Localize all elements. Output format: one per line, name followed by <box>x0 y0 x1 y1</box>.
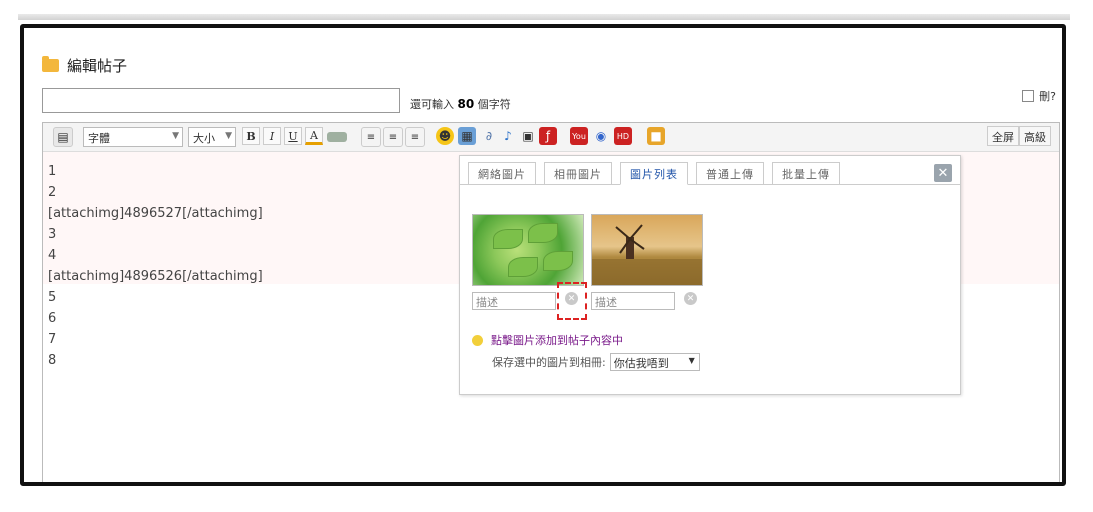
page-header: 編輯帖子 <box>42 54 127 76</box>
editor-content[interactable]: 1 2 [attachimg]4896527[/attachimg] 3 4 [… <box>48 161 263 371</box>
screenshot-frame: 編輯帖子 還可輸入 80 個字符 刪? ▤ 字體 ▼ 大小 ▼ B I U A ≡ … <box>20 24 1066 486</box>
editor-line: [attachimg]4896526[/attachimg] <box>48 269 263 284</box>
save-to-album-row: 保存選中的圖片到相冊: 你估我唔到 ▼ <box>492 353 700 371</box>
search-bubble-icon[interactable]: ◉ <box>592 127 610 145</box>
tip-text: 點擊圖片添加到帖子內容中 <box>491 334 623 347</box>
leaf-shape <box>543 251 573 271</box>
background-color-icon[interactable] <box>327 132 347 142</box>
editor-line: 7 <box>48 332 57 347</box>
music-icon[interactable]: ♪ <box>499 127 517 145</box>
size-select-label: 大小 <box>193 132 215 145</box>
char-hint-prefix: 還可輸入 <box>410 98 454 111</box>
leaf-shape <box>493 229 523 249</box>
editor-line: [attachimg]4896527[/attachimg] <box>48 206 263 221</box>
delete-option[interactable]: 刪? <box>1022 88 1056 104</box>
windmill-scene <box>592 224 702 285</box>
tab-image-list[interactable]: 圖片列表 <box>620 162 688 185</box>
image-description-input[interactable]: 描述 <box>591 292 675 310</box>
editor-line: 2 <box>48 185 57 200</box>
image-description-input[interactable]: 描述 <box>472 292 556 310</box>
align-right-icon[interactable]: ≡ <box>405 127 425 147</box>
leaf-shape <box>508 257 538 277</box>
album-select[interactable]: 你估我唔到 ▼ <box>609 353 700 371</box>
tab-normal-upload[interactable]: 普通上傳 <box>696 162 764 185</box>
youtube-icon[interactable]: You <box>570 127 588 145</box>
media-icon[interactable]: ■ <box>647 127 665 145</box>
editor-line: 4 <box>48 248 57 263</box>
underline-button[interactable]: U <box>284 127 302 145</box>
editor-line: 3 <box>48 227 57 242</box>
delete-label: 刪? <box>1039 90 1056 103</box>
advanced-button[interactable]: 高級 <box>1019 126 1051 146</box>
lightbulb-icon <box>472 334 483 346</box>
italic-button[interactable]: I <box>263 127 281 145</box>
chevron-down-icon: ▼ <box>172 131 179 141</box>
align-center-icon[interactable]: ≡ <box>383 127 403 147</box>
paste-icon[interactable]: ▤ <box>53 127 73 147</box>
delete-image-icon[interactable]: ✕ <box>684 292 697 305</box>
folder-icon <box>42 55 59 72</box>
editor-line: 6 <box>48 311 57 326</box>
editor-line: 8 <box>48 353 57 368</box>
delete-highlight-box <box>557 282 587 320</box>
editor-line: 1 <box>48 164 57 179</box>
image-thumbnail-leaves[interactable] <box>472 214 584 286</box>
page-title: 編輯帖子 <box>67 56 128 75</box>
album-selected-value: 你估我唔到 <box>613 357 669 370</box>
flash-icon[interactable]: ƒ <box>539 127 557 145</box>
editor-line: 5 <box>48 290 57 305</box>
bold-button[interactable]: B <box>242 127 260 145</box>
font-select[interactable]: 字體 ▼ <box>83 127 183 147</box>
frame-shadow <box>18 14 1070 20</box>
align-left-icon[interactable]: ≡ <box>361 127 381 147</box>
font-select-label: 字體 <box>88 132 110 145</box>
close-icon[interactable]: ✕ <box>934 164 952 182</box>
tab-album-image[interactable]: 相冊圖片 <box>544 162 612 185</box>
char-hint-suffix: 個字符 <box>477 98 511 111</box>
delete-checkbox[interactable] <box>1022 90 1035 102</box>
tab-web-image[interactable]: 網絡圖片 <box>468 162 536 185</box>
tab-batch-upload[interactable]: 批量上傳 <box>772 162 840 185</box>
post-title-input[interactable] <box>42 88 400 113</box>
char-count-hint: 還可輸入 80 個字符 <box>410 96 511 112</box>
insert-tip: 點擊圖片添加到帖子內容中 <box>472 332 623 348</box>
save-label: 保存選中的圖片到相冊: <box>492 356 606 369</box>
image-popup: 網絡圖片 相冊圖片 圖片列表 普通上傳 批量上傳 ✕ 描述 ✕ 描述 ✕ 點擊圖… <box>459 155 961 395</box>
chevron-down-icon: ▼ <box>688 356 695 365</box>
image-thumbnail-windmill[interactable] <box>591 214 703 286</box>
fullscreen-button[interactable]: 全屏 <box>987 126 1019 146</box>
image-icon[interactable]: ▦ <box>458 127 476 145</box>
video-icon[interactable]: ▣ <box>519 127 537 145</box>
youtube-hd-icon[interactable]: HD <box>614 127 632 145</box>
smiley-icon[interactable]: ☻ <box>436 127 454 145</box>
char-hint-count: 80 <box>457 97 475 111</box>
chevron-down-icon: ▼ <box>225 131 232 141</box>
attachment-icon[interactable]: ∂ <box>480 127 498 145</box>
font-color-button[interactable]: A <box>305 127 323 145</box>
size-select[interactable]: 大小 ▼ <box>188 127 236 147</box>
leaf-shape <box>528 223 558 243</box>
rich-text-editor: ▤ 字體 ▼ 大小 ▼ B I U A ≡ ≡ ≡ ☻ ▦ ∂ ♪ ▣ ƒ You … <box>42 122 1060 482</box>
editor-toolbar: ▤ 字體 ▼ 大小 ▼ B I U A ≡ ≡ ≡ ☻ ▦ ∂ ♪ ▣ ƒ You … <box>43 123 1059 152</box>
